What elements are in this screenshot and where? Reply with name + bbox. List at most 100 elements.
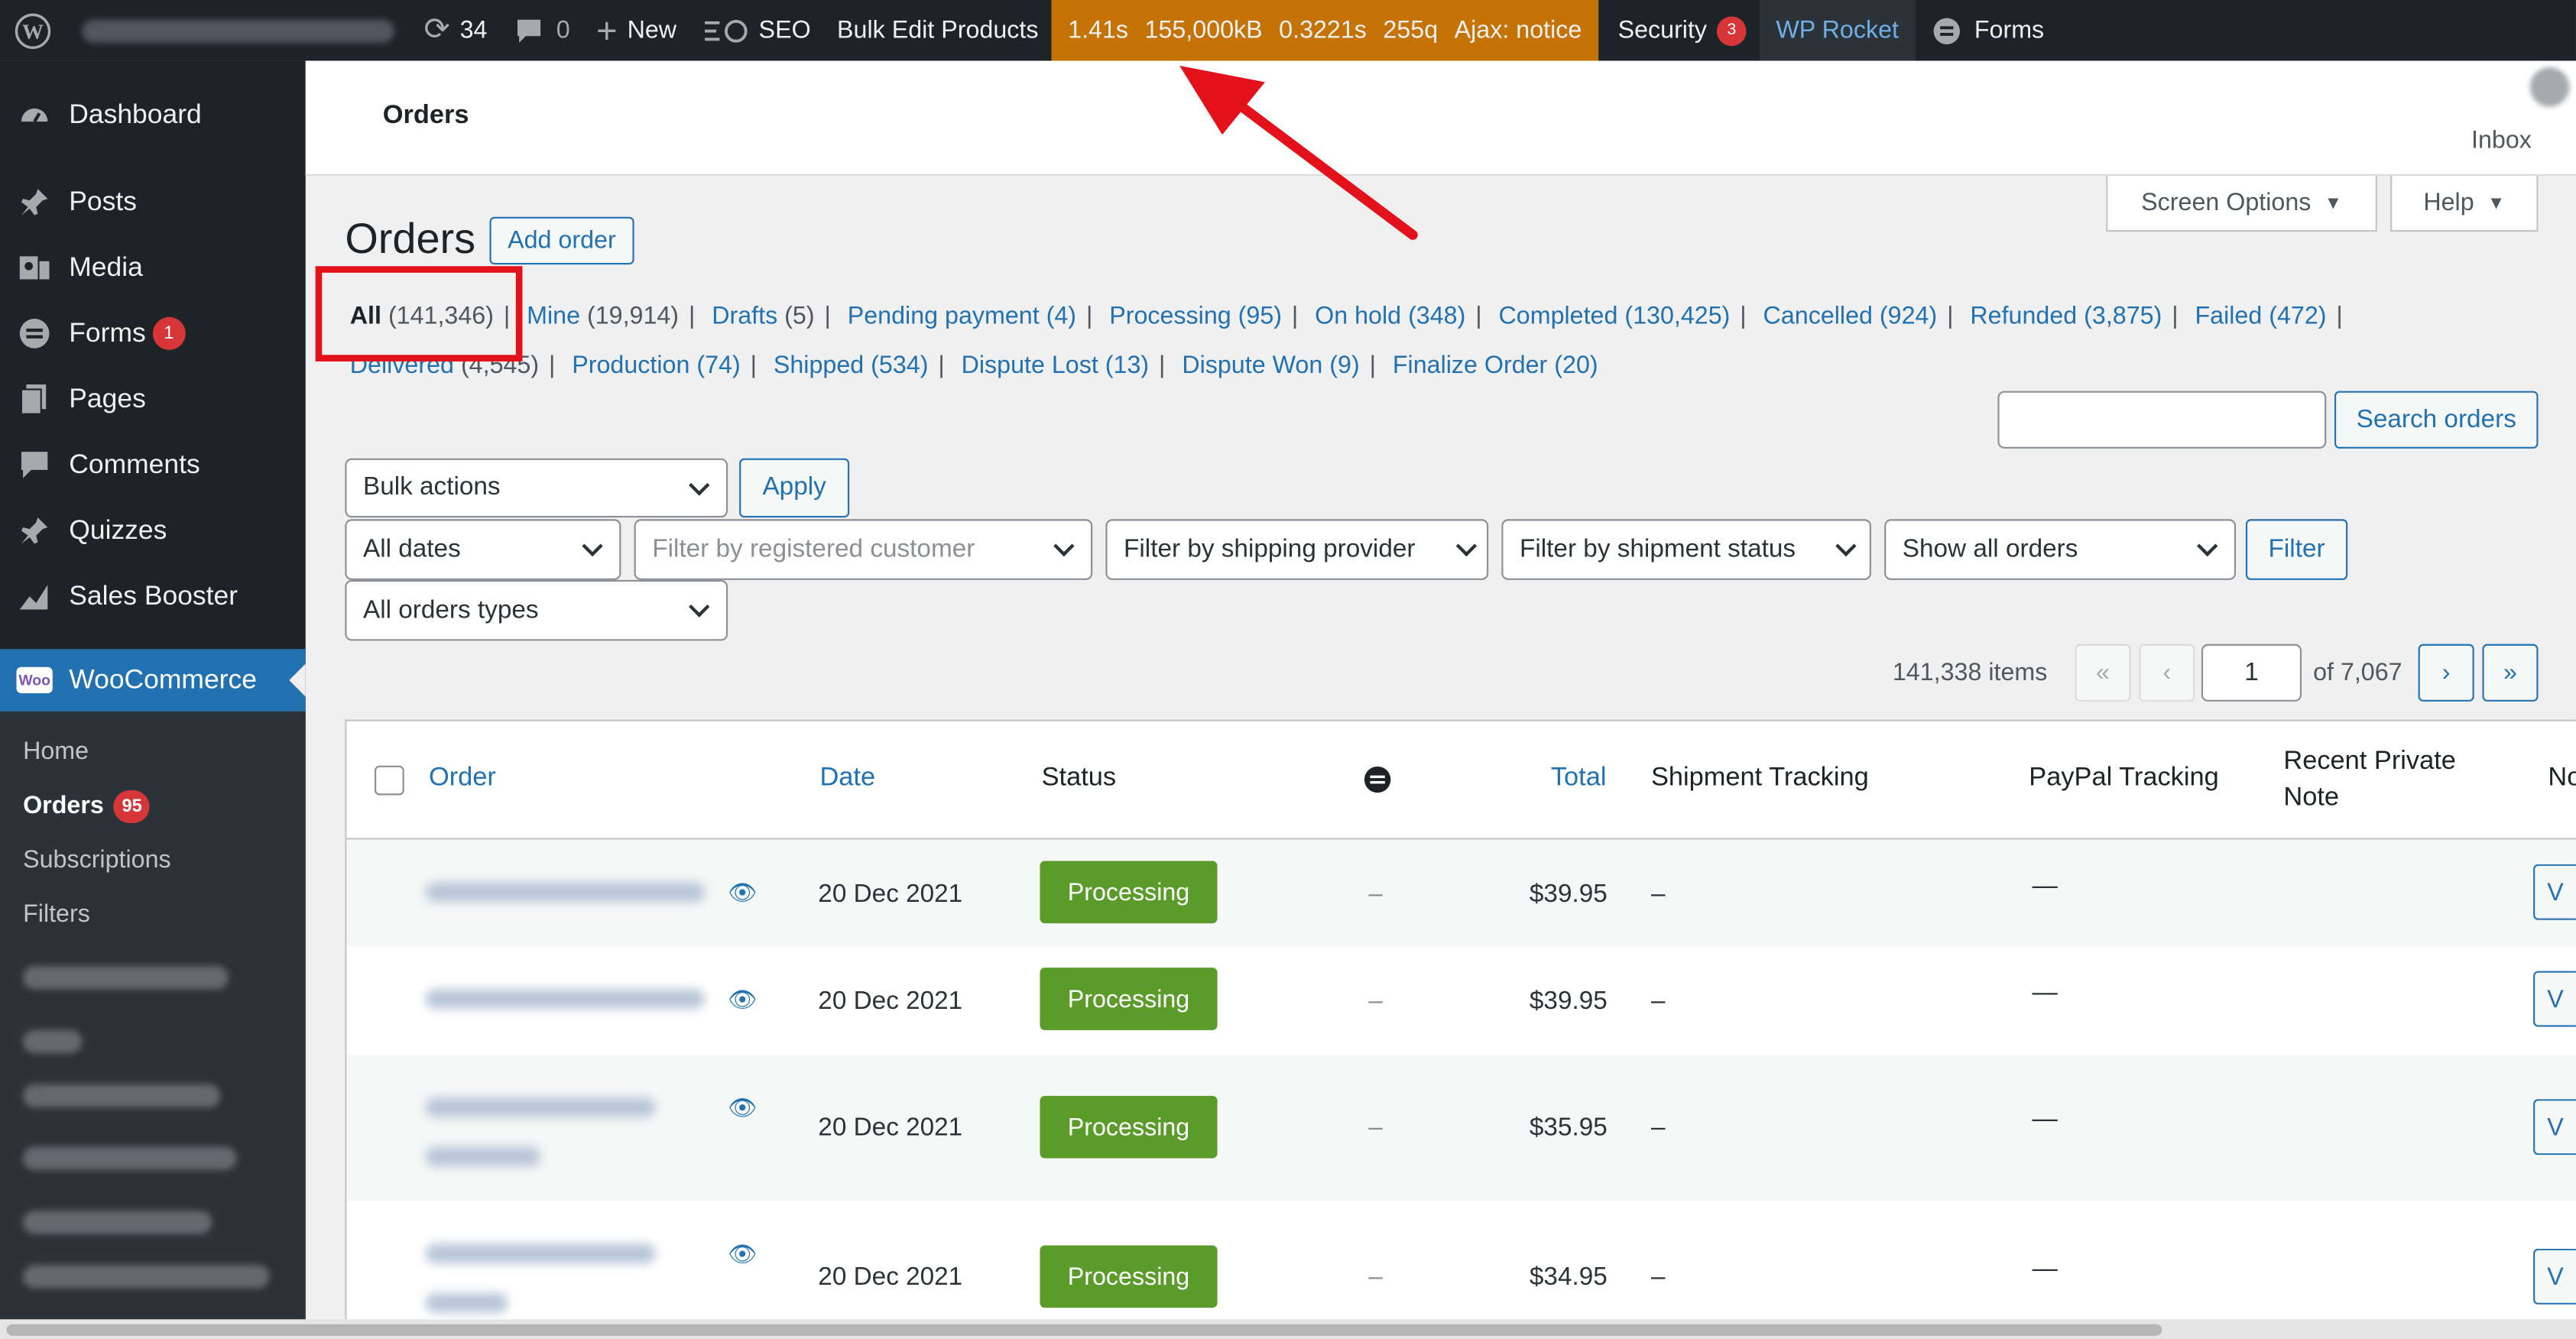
seo-link[interactable]: SEO: [689, 0, 824, 61]
sidebar-item-media[interactable]: Media: [0, 235, 306, 300]
eye-icon[interactable]: 👁: [728, 1094, 757, 1123]
order-scope-select[interactable]: Show all orders: [1884, 519, 2237, 580]
next-page-button[interactable]: ›: [2418, 644, 2474, 702]
eye-icon[interactable]: 👁: [728, 986, 757, 1014]
wordpress-logo-icon[interactable]: W: [0, 0, 66, 61]
order-types-select[interactable]: All orders types: [345, 579, 728, 641]
shipment-status-select[interactable]: Filter by shipment status: [1501, 519, 1871, 580]
site-name[interactable]: [66, 0, 410, 61]
select-all-checkbox[interactable]: [375, 765, 404, 796]
eye-icon[interactable]: 👁: [728, 1240, 757, 1269]
shipment-tracking-value: –: [1650, 987, 1666, 1016]
current-page-input[interactable]: 1: [2201, 644, 2302, 702]
table-row[interactable]: 👁 20 Dec 2021 Processing – $39.95 – — V: [346, 946, 2576, 1055]
shipment-tracking-value: –: [1650, 1263, 1666, 1292]
last-page-button[interactable]: »: [2482, 644, 2539, 702]
horizontal-scrollbar[interactable]: [0, 1319, 2576, 1339]
view-order-button[interactable]: V: [2533, 864, 2576, 920]
view-failed[interactable]: Failed (472): [2195, 303, 2326, 331]
sidebar-item-forms[interactable]: Forms 1: [0, 300, 306, 366]
add-order-button[interactable]: Add order: [489, 216, 634, 265]
submenu-item-blurred[interactable]: [0, 1195, 306, 1249]
view-processing[interactable]: Processing (95): [1109, 303, 1282, 331]
blurred-order-number[interactable]: [425, 1146, 541, 1167]
comments-link[interactable]: 0: [501, 0, 583, 61]
sidebar-item-label: WooCommerce: [69, 664, 257, 695]
sidebar-item-sales-booster[interactable]: Sales Booster: [0, 563, 306, 629]
submenu-item-orders[interactable]: Orders 95: [0, 779, 306, 833]
sidebar-item-posts[interactable]: Posts: [0, 169, 306, 235]
blurred-order-number[interactable]: [425, 989, 706, 1009]
order-total: $39.95: [1529, 880, 1608, 909]
view-cancelled[interactable]: Cancelled (924): [1763, 303, 1938, 331]
query-monitor-stats[interactable]: 1.41s 155,000kB 0.3221s 255q Ajax: notic…: [1051, 0, 1598, 61]
forms-link[interactable]: Forms: [1915, 0, 2057, 61]
avatar[interactable]: [2529, 67, 2570, 107]
bulk-actions-select[interactable]: Bulk actions: [345, 458, 728, 518]
view-completed[interactable]: Completed (130,425): [1499, 303, 1731, 331]
view-shipped[interactable]: Shipped (534): [774, 352, 929, 380]
search-input[interactable]: [1997, 391, 2327, 449]
submenu-item-subscriptions[interactable]: Subscriptions: [0, 833, 306, 887]
blurred-order-number[interactable]: [425, 1097, 656, 1117]
view-production[interactable]: Production (74): [572, 352, 740, 380]
submenu-item-blurred[interactable]: [0, 942, 306, 1014]
table-row[interactable]: 👁 20 Dec 2021 Processing – $34.95 – — V: [346, 1201, 2576, 1339]
submenu-item-blurred[interactable]: [0, 1013, 306, 1068]
submenu-item-blurred[interactable]: [0, 1249, 306, 1303]
view-finalize-order[interactable]: Finalize Order (20): [1393, 352, 1598, 380]
caret-down-icon: ▼: [2324, 193, 2342, 213]
page-title: Orders: [345, 213, 476, 263]
screen-options-button[interactable]: Screen Options ▼: [2106, 176, 2377, 232]
help-button[interactable]: Help ▼: [2390, 176, 2539, 232]
new-content-link[interactable]: + New: [583, 0, 689, 61]
scrollbar-thumb[interactable]: [6, 1324, 2162, 1336]
view-refunded[interactable]: Refunded (3,875): [1970, 303, 2162, 331]
sidebar-item-quizzes[interactable]: Quizzes: [0, 498, 306, 563]
view-on-hold[interactable]: On hold (348): [1315, 303, 1465, 331]
first-page-button[interactable]: «: [2075, 644, 2131, 702]
search-orders-button[interactable]: Search orders: [2334, 391, 2539, 449]
chevron-down-icon: [689, 474, 710, 495]
view-pending-payment[interactable]: Pending payment (4): [848, 303, 1076, 331]
column-date[interactable]: Date: [819, 764, 875, 794]
date-filter-select[interactable]: All dates: [345, 519, 621, 580]
submenu-item-filters[interactable]: Filters: [0, 887, 306, 942]
submenu-item-home[interactable]: Home: [0, 725, 306, 779]
updates-link[interactable]: ⟳ 34: [410, 0, 500, 61]
apply-button[interactable]: Apply: [739, 458, 850, 518]
sidebar-item-label: Pages: [69, 383, 146, 413]
blurred-order-number[interactable]: [425, 882, 706, 903]
submenu-item-blurred[interactable]: [0, 1068, 306, 1122]
wp-rocket-link[interactable]: WP Rocket: [1759, 0, 1916, 61]
view-order-button[interactable]: V: [2533, 1248, 2576, 1305]
sidebar-item-dashboard[interactable]: Dashboard: [0, 82, 306, 148]
view-mine[interactable]: Mine (19,914): [527, 303, 679, 331]
perf-queries: 255q: [1383, 16, 1439, 45]
eye-icon[interactable]: 👁: [728, 879, 757, 907]
security-link[interactable]: Security 3: [1598, 0, 1760, 61]
bulk-edit-products-link[interactable]: Bulk Edit Products: [824, 0, 1052, 61]
prev-page-button[interactable]: ‹: [2139, 644, 2195, 702]
sidebar-item-pages[interactable]: Pages: [0, 366, 306, 432]
customer-filter-select[interactable]: Filter by registered customer: [634, 519, 1093, 580]
view-order-button[interactable]: V: [2533, 1099, 2576, 1156]
status-badge: Processing: [1040, 1245, 1218, 1308]
filter-button[interactable]: Filter: [2245, 519, 2348, 580]
sidebar-item-comments[interactable]: Comments: [0, 432, 306, 498]
order-scope-value: Show all orders: [1902, 534, 2078, 563]
view-dispute-won[interactable]: Dispute Won (9): [1182, 352, 1359, 380]
view-dispute-lost[interactable]: Dispute Lost (13): [962, 352, 1150, 380]
table-row[interactable]: 👁 20 Dec 2021 Processing – $35.95 – — V: [346, 1055, 2576, 1201]
column-total[interactable]: Total: [1551, 764, 1607, 794]
blurred-order-number[interactable]: [425, 1292, 508, 1313]
view-drafts[interactable]: Drafts (5): [712, 303, 814, 331]
sidebar-item-woocommerce[interactable]: Woo WooCommerce: [0, 649, 306, 712]
view-order-button[interactable]: V: [2533, 971, 2576, 1027]
column-order[interactable]: Order: [429, 764, 496, 794]
submenu-item-blurred[interactable]: [0, 1122, 306, 1195]
shipping-provider-select[interactable]: Filter by shipping provider: [1105, 519, 1489, 580]
inbox-link[interactable]: Inbox: [2471, 127, 2532, 155]
blurred-order-number[interactable]: [425, 1243, 656, 1264]
table-row[interactable]: 👁 20 Dec 2021 Processing – $39.95 – — V: [346, 839, 2576, 947]
